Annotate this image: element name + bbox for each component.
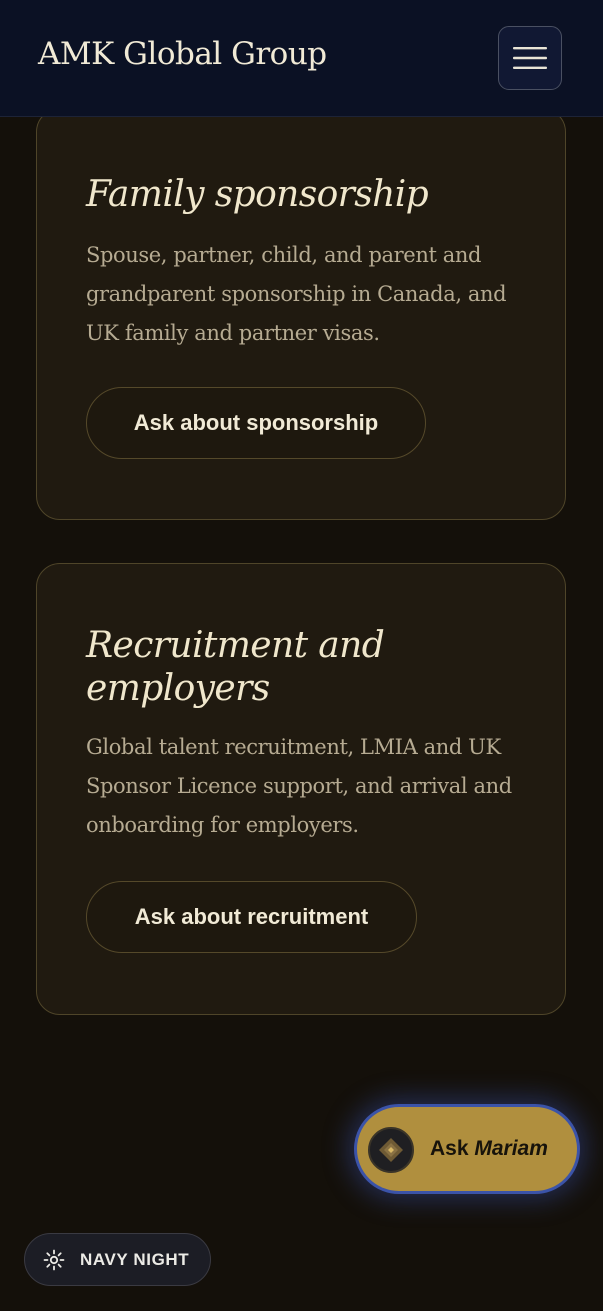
sun-icon [43,1249,65,1271]
ask-prefix: Ask [430,1137,469,1160]
hamburger-menu-icon [513,47,547,69]
menu-button[interactable] [498,26,562,90]
ask-about-sponsorship-button[interactable]: Ask about sponsorship [86,387,426,459]
diamond-icon [379,1138,403,1162]
ask-about-recruitment-button[interactable]: Ask about recruitment [86,881,417,953]
ask-mariam-label: Ask Mariam [430,1137,548,1161]
card-title: Family sponsorship [86,174,429,215]
ask-mariam-chat-button[interactable]: Ask Mariam [354,1104,580,1194]
card-description: Spouse, partner, child, and parent and g… [86,243,507,345]
brand-logo-text[interactable]: AMK Global Group [38,36,327,72]
assistant-name: Mariam [474,1137,548,1160]
theme-toggle-button[interactable]: NAVY NIGHT [24,1233,211,1286]
service-card-family-sponsorship: Family sponsorship Spouse, partner, chil… [36,108,566,520]
card-title: Recruitment and employers [86,625,385,709]
assistant-avatar [368,1127,414,1173]
service-card-recruitment: Recruitment and employers Global talent … [36,563,566,1015]
card-description: Global talent recruitment, LMIA and UK S… [86,735,512,837]
site-header: AMK Global Group [0,0,603,117]
theme-toggle-label: NAVY NIGHT [80,1250,190,1269]
